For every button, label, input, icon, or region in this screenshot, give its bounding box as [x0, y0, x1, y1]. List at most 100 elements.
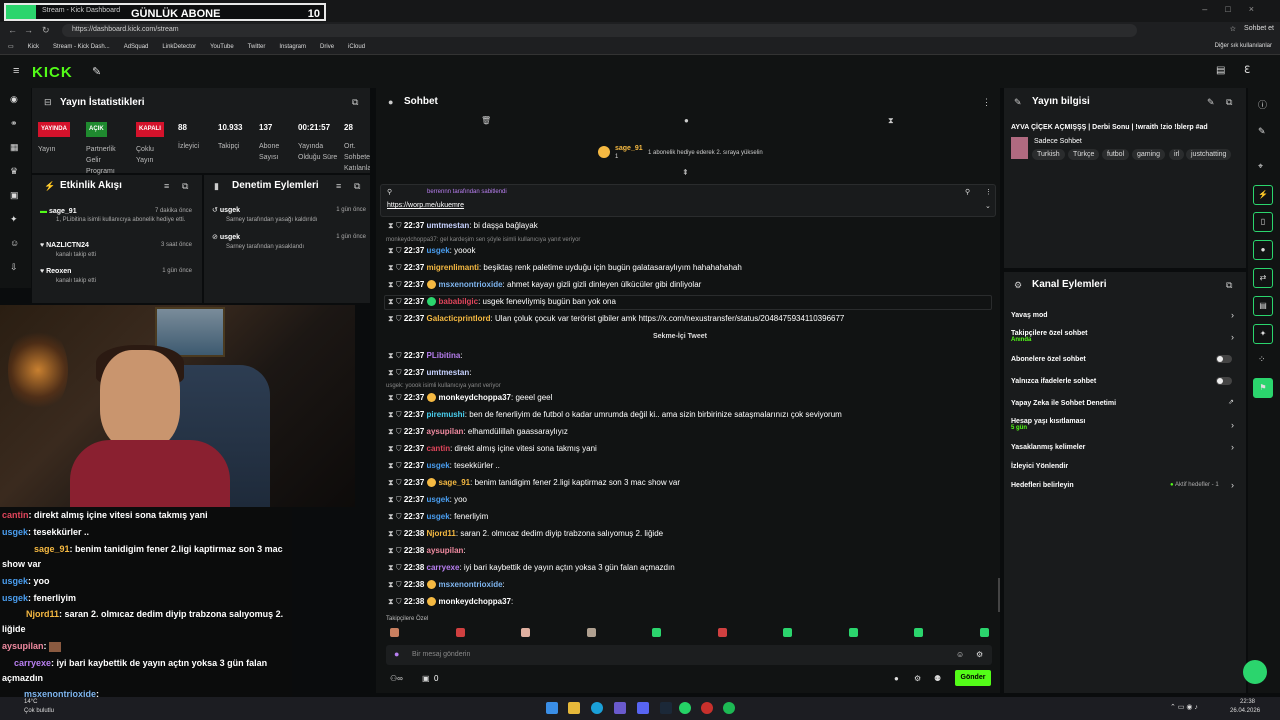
other-bookmarks[interactable]: Diğer sık kullanılanlar [1215, 43, 1272, 49]
message-user[interactable]: migrenlimanti [427, 263, 479, 272]
chat-message[interactable]: ⧗ ⛉ 22:37 umtmestan: [388, 368, 988, 378]
menu-icon[interactable]: ≡ [13, 65, 19, 77]
message-actions-icon[interactable]: ⧗ ⛉ [388, 410, 404, 419]
bookmark-stream[interactable]: Stream - Kick Dash... [53, 44, 110, 50]
message-user[interactable]: sage_91 [439, 478, 471, 487]
message-actions-icon[interactable]: ⧗ ⛉ [388, 368, 404, 377]
pin-icon[interactable]: ✎ [92, 65, 101, 78]
sync-button[interactable]: ⇄ [1253, 268, 1273, 288]
message-actions-icon[interactable]: ⧗ ⛉ [388, 597, 404, 606]
external-link-icon[interactable]: ⇗ [1228, 398, 1234, 406]
popout-icon[interactable]: ⧉ [354, 181, 360, 192]
unpin-icon[interactable]: ⚲ [965, 188, 970, 196]
message-actions-icon[interactable]: ⧗ ⛉ [388, 444, 404, 453]
emote-button[interactable] [717, 628, 727, 637]
tag-chip[interactable]: futbol [1102, 149, 1130, 160]
message-actions-icon[interactable]: ⧗ ⛉ [388, 478, 404, 487]
tag-chip[interactable]: justchatting [1186, 149, 1232, 160]
chevron-right-icon[interactable]: › [1231, 310, 1234, 320]
emote-button[interactable] [652, 628, 661, 637]
info-icon[interactable]: ⓘ [1258, 98, 1267, 111]
chevron-right-icon[interactable]: › [1231, 480, 1234, 490]
message-user[interactable]: usgek [427, 495, 450, 504]
chat-button[interactable]: ● [1253, 240, 1273, 260]
tray-icons[interactable]: ⌃ ▭ ◉ ♪ [1170, 703, 1198, 711]
dots-icon[interactable]: ⁘ [1258, 354, 1266, 365]
message-actions-icon[interactable]: ⧗ ⛉ [388, 246, 404, 255]
gear-icon[interactable]: ⚙ [914, 674, 921, 683]
settings-icon[interactable]: ⚙ [976, 650, 983, 659]
reload-icon[interactable]: ↻ [42, 25, 50, 36]
message-user[interactable]: umtmestan [427, 221, 470, 230]
bookmark-drive[interactable]: Drive [320, 44, 334, 50]
files-icon[interactable] [568, 702, 580, 714]
edit-icon[interactable]: ✎ [1258, 126, 1266, 137]
spotify-icon[interactable] [723, 702, 735, 714]
layout-icon[interactable]: ▤ [1216, 65, 1225, 76]
message-user[interactable]: piremushi [427, 410, 465, 419]
message-actions-icon[interactable]: ⧗ ⛉ [388, 461, 404, 470]
message-icon[interactable]: ● [684, 116, 689, 125]
gift-button[interactable]: ⚑ [1253, 378, 1273, 398]
address-input[interactable]: https://dashboard.kick.com/stream [62, 24, 1137, 37]
message-actions-icon[interactable]: ⧗ ⛉ [388, 280, 404, 289]
tag-chip[interactable]: gaming [1132, 149, 1165, 160]
chat-message[interactable]: ⧗ ⛉ 22:37 umtmestan: bi daşşa bağlayak [388, 221, 988, 231]
emote-button[interactable] [390, 628, 399, 637]
profile-button[interactable]: Sohbet et [1244, 25, 1274, 33]
star-icon[interactable]: ☆ [1230, 25, 1236, 33]
chat-message[interactable]: ⧗ ⛉ 22:37 msxenontrioxide: ahmet kayayı … [388, 280, 988, 290]
emotes-only-toggle[interactable] [1216, 377, 1232, 385]
bookmark-icloud[interactable]: iCloud [348, 44, 365, 50]
emote-button[interactable] [914, 628, 923, 637]
bookmark-kick[interactable]: Kick [28, 44, 39, 50]
mic-icon[interactable]: ● [394, 649, 399, 659]
mod-tools-icon[interactable]: ⚉ [934, 674, 941, 683]
action-goals[interactable]: Hedefleri belirleyin [1011, 482, 1074, 489]
message-user[interactable]: usgek [427, 461, 450, 470]
bookmark-linkdetector[interactable]: LinkDetector [162, 44, 196, 50]
app-icon[interactable] [701, 702, 713, 714]
message-user[interactable]: usgek [427, 246, 450, 255]
tv-icon[interactable]: ▣ [10, 190, 19, 201]
more-icon[interactable]: ⋮ [985, 188, 992, 196]
chat-message[interactable]: ⧗ ⛉ 22:38 aysupilan: [388, 546, 988, 556]
trophy-icon[interactable]: ♛ [10, 166, 18, 177]
message-actions-icon[interactable]: ⧗ ⛉ [388, 314, 404, 323]
message-user[interactable]: Njord11 [427, 529, 456, 538]
trash-icon[interactable]: 🗑 [481, 116, 491, 125]
category-name[interactable]: Sadece Sohbet [1034, 138, 1082, 145]
tools-button[interactable]: ✦ [1253, 324, 1273, 344]
hourglass-icon[interactable]: ⧗ [888, 116, 894, 126]
popout-icon[interactable]: ⧉ [1226, 97, 1232, 108]
popout-icon[interactable]: ⧉ [182, 181, 188, 192]
chevron-down-icon[interactable]: ⌄ [985, 202, 991, 210]
message-user[interactable]: carryexe [427, 563, 460, 572]
filter-icon[interactable]: ≡ [164, 181, 169, 191]
bookmark-adsquad[interactable]: AdSquad [124, 44, 149, 50]
chat-bubble-icon[interactable]: ● [894, 674, 899, 683]
message-actions-icon[interactable]: ⧗ ⛉ [388, 529, 404, 538]
emote-button[interactable] [979, 628, 989, 637]
chat-message[interactable]: ⧗ ⛉ 22:37 Galacticprintlord: Ulan çoluk … [388, 314, 988, 324]
clipboard-button[interactable]: ▯ [1253, 212, 1273, 232]
weather-temp[interactable]: 14°C [24, 699, 37, 705]
message-user[interactable]: cantin [427, 444, 451, 453]
filter-icon[interactable]: ≡ [336, 181, 341, 191]
chat-message[interactable]: ⧗ ⛉ 22:38 carryexe: iyi bari kaybettik d… [388, 563, 988, 573]
action-banned-words[interactable]: Yasaklanmış kelimeler [1011, 444, 1085, 451]
popout-icon[interactable]: ⧉ [352, 97, 358, 108]
chat-input[interactable]: ● Bir mesaj gönderin ☺ ⚙ [386, 645, 992, 665]
message-user[interactable]: Galacticprintlord [427, 314, 491, 323]
mobile-button[interactable]: ▤ [1253, 296, 1273, 316]
chat-message[interactable]: ⧗ ⛉ 22:37 usgek: tesekkürler .. [388, 461, 988, 471]
message-actions-icon[interactable]: ⧗ ⛉ [388, 297, 404, 306]
browser-tab[interactable]: Stream - Kick Dashboard GÜNLÜK ABONE 10 [4, 3, 326, 21]
scrollbar[interactable] [998, 578, 1000, 612]
message-user[interactable]: bababilgic [439, 297, 479, 306]
wrench-icon[interactable]: ✦ [10, 214, 18, 225]
message-user[interactable]: msxenontrioxide [439, 280, 503, 289]
action-followers-only[interactable]: Takipçilere özel sohbet Anında [1011, 330, 1088, 343]
back-icon[interactable]: ← [8, 25, 17, 35]
wallet-icon[interactable]: ℇ [1244, 65, 1250, 76]
